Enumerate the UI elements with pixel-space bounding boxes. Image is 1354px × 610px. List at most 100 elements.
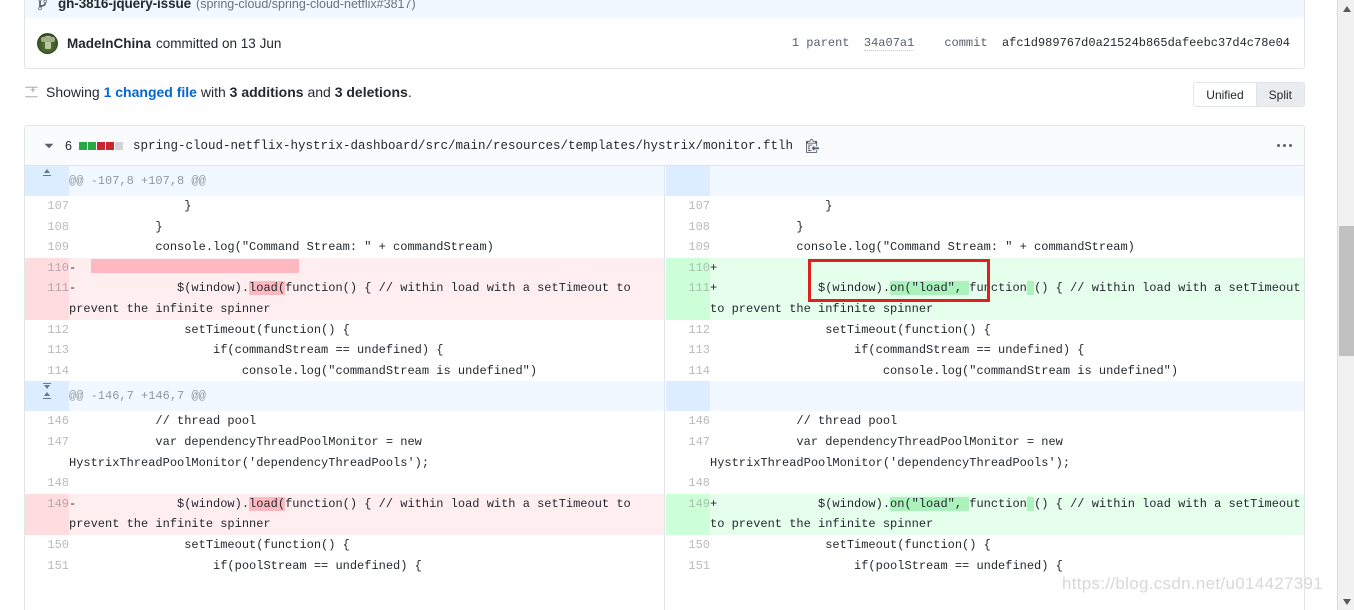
diff-code-cell: - $(window).load(function() { // within … bbox=[69, 278, 664, 320]
file-path[interactable]: spring-cloud-netflix-hystrix-dashboard/s… bbox=[133, 139, 793, 153]
diff-row: 111 + $(window).on("load", function () { … bbox=[666, 278, 1304, 320]
diff-row: 151 if(poolStream == undefined) { bbox=[25, 555, 664, 577]
commit-sha-block: commit afc1d989767d0a21524b865dafeebc37d… bbox=[944, 36, 1290, 50]
scrollbar-thumb[interactable] bbox=[1339, 226, 1354, 356]
hunk-expander[interactable] bbox=[666, 166, 710, 196]
code-text: $(window). bbox=[90, 281, 250, 296]
additions-count: 3 additions bbox=[229, 84, 304, 100]
diff-code-cell: setTimeout(function() { bbox=[69, 534, 664, 556]
line-number: 146 bbox=[666, 411, 710, 432]
diff-code-cell: @@ -146,7 +146,7 @@ bbox=[69, 381, 664, 412]
diffstat-block-del bbox=[105, 141, 114, 150]
branch-bar: gh-3816-jquery-issue (spring-cloud/sprin… bbox=[24, 0, 1305, 18]
whitespace-removed-highlight bbox=[90, 258, 299, 273]
expand-updown-icon[interactable] bbox=[25, 381, 69, 401]
and-word: and bbox=[307, 84, 331, 100]
diff-row: 107 } bbox=[25, 196, 664, 217]
diff-right-table: 107 } 108 } 109 console.log("Command Strea… bbox=[666, 166, 1304, 577]
code-text: function bbox=[969, 281, 1027, 296]
diff-code-cell: } bbox=[69, 216, 664, 238]
diff-code-cell: setTimeout(function() { bbox=[69, 319, 664, 341]
kebab-dot bbox=[1288, 144, 1292, 147]
diffstat-block-del bbox=[96, 141, 105, 150]
changed-token bbox=[1026, 496, 1035, 511]
page-scrollbar[interactable] bbox=[1337, 0, 1354, 610]
file-header: 6 spring-cloud-netflix-hystrix-dashboard… bbox=[25, 126, 1304, 166]
commit-sha-info: 1 parent 34a07a1 commit afc1d989767d0a21… bbox=[792, 36, 1290, 51]
diff-view-toggle[interactable]: Unified Split bbox=[1193, 82, 1305, 107]
branch-repo-reference[interactable]: (spring-cloud/spring-cloud-netflix#3817) bbox=[196, 0, 416, 11]
line-number: 150 bbox=[25, 534, 69, 556]
diffstat-block-add bbox=[78, 141, 87, 150]
changed-file-link[interactable]: 1 changed file bbox=[104, 84, 197, 100]
code-text: // thread pool bbox=[69, 414, 257, 429]
branch-name[interactable]: gh-3816-jquery-issue bbox=[58, 0, 191, 11]
scroll-down-arrow-icon[interactable] bbox=[1338, 593, 1354, 610]
diff-code-cell bbox=[69, 473, 664, 494]
tab-split[interactable]: Split bbox=[1255, 83, 1304, 106]
avatar[interactable] bbox=[37, 32, 58, 54]
diff-code-cell: var dependencyThreadPoolMonitor = new Hy… bbox=[710, 431, 1304, 474]
diff-code-cell: setTimeout(function() { bbox=[710, 319, 1304, 341]
line-number: 148 bbox=[25, 473, 69, 494]
diff-row: 112 setTimeout(function() { bbox=[25, 319, 664, 341]
line-number: 108 bbox=[25, 216, 69, 238]
kebab-dot bbox=[1276, 144, 1280, 147]
diffstat-block-neutral bbox=[114, 141, 123, 150]
code-text: } bbox=[69, 199, 192, 213]
hunk-expander[interactable] bbox=[666, 381, 710, 412]
line-number: 151 bbox=[25, 555, 69, 577]
code-text: setTimeout(function() { bbox=[69, 322, 350, 337]
diff-code-cell bbox=[710, 381, 1304, 412]
line-number: 111 bbox=[25, 278, 69, 320]
hunk-expander[interactable] bbox=[25, 381, 69, 412]
diff-code-cell: var dependencyThreadPoolMonitor = new Hy… bbox=[69, 431, 664, 474]
code-text: var dependencyThreadPoolMonitor = new Hy… bbox=[69, 434, 430, 470]
file-options-icon[interactable] bbox=[1274, 137, 1294, 155]
diff-code-cell: setTimeout(function() { bbox=[710, 534, 1304, 556]
diff-row bbox=[666, 166, 1304, 196]
expand-up-icon[interactable] bbox=[25, 166, 69, 180]
line-number: 107 bbox=[666, 196, 710, 217]
diff-code-cell bbox=[710, 473, 1304, 494]
code-text: setTimeout(function() { bbox=[710, 537, 991, 552]
code-text: console.log("commandStream is undefined"… bbox=[710, 363, 1179, 378]
diff-row: 114 console.log("commandStream is undefi… bbox=[25, 360, 664, 382]
line-number: 112 bbox=[666, 319, 710, 341]
diff-row: @@ -107,8 +107,8 @@ bbox=[25, 166, 664, 196]
parent-sha-link[interactable]: 34a07a1 bbox=[863, 36, 915, 51]
diff-code-cell: @@ -107,8 +107,8 @@ bbox=[69, 166, 664, 196]
code-text: // thread pool bbox=[710, 414, 898, 429]
diff-row: 148 bbox=[25, 473, 664, 494]
copy-path-icon[interactable] bbox=[806, 138, 820, 154]
line-number: 114 bbox=[666, 360, 710, 382]
hunk-expander[interactable] bbox=[25, 166, 69, 196]
diff-code-cell: if(poolStream == undefined) { bbox=[710, 555, 1304, 577]
diff-code-cell: } bbox=[710, 196, 1304, 217]
diff-row: 108 } bbox=[25, 216, 664, 238]
chevron-down-icon[interactable] bbox=[43, 140, 55, 152]
line-number: 151 bbox=[666, 555, 710, 577]
commit-author[interactable]: MadeInChina bbox=[67, 36, 151, 51]
code-text: console.log("commandStream is undefined"… bbox=[69, 363, 538, 378]
diff-code-cell: console.log("commandStream is undefined"… bbox=[710, 360, 1304, 382]
changed-token: on("load", bbox=[890, 496, 970, 511]
diff-sign: - bbox=[69, 496, 91, 511]
line-number: 109 bbox=[666, 237, 710, 258]
diff-row: 146 // thread pool bbox=[666, 411, 1304, 432]
line-number: 146 bbox=[25, 411, 69, 432]
diffstat-blocks bbox=[78, 141, 123, 150]
commit-sha-value[interactable]: afc1d989767d0a21524b865dafeebc37d4c78e04 bbox=[1002, 36, 1290, 50]
scroll-up-arrow-icon[interactable] bbox=[1338, 0, 1354, 17]
diff-row: 147 var dependencyThreadPoolMonitor = ne… bbox=[666, 431, 1304, 474]
diff-row: 109 console.log("Command Stream: " + com… bbox=[25, 237, 664, 258]
diff-row: 108 } bbox=[666, 216, 1304, 238]
diff-code-cell: console.log("Command Stream: " + command… bbox=[69, 237, 664, 258]
diff-row: 148 bbox=[666, 473, 1304, 494]
diff-left-pane: @@ -107,8 +107,8 @@ 107 } 108 } 109 console… bbox=[25, 166, 665, 610]
tab-unified[interactable]: Unified bbox=[1194, 83, 1256, 106]
code-text: if(poolStream == undefined) { bbox=[69, 558, 422, 573]
diff-row: 114 console.log("commandStream is undefi… bbox=[666, 360, 1304, 382]
diff-row: @@ -146,7 +146,7 @@ bbox=[25, 381, 664, 412]
diff-row: 149 + $(window).on("load", function () { … bbox=[666, 493, 1304, 535]
